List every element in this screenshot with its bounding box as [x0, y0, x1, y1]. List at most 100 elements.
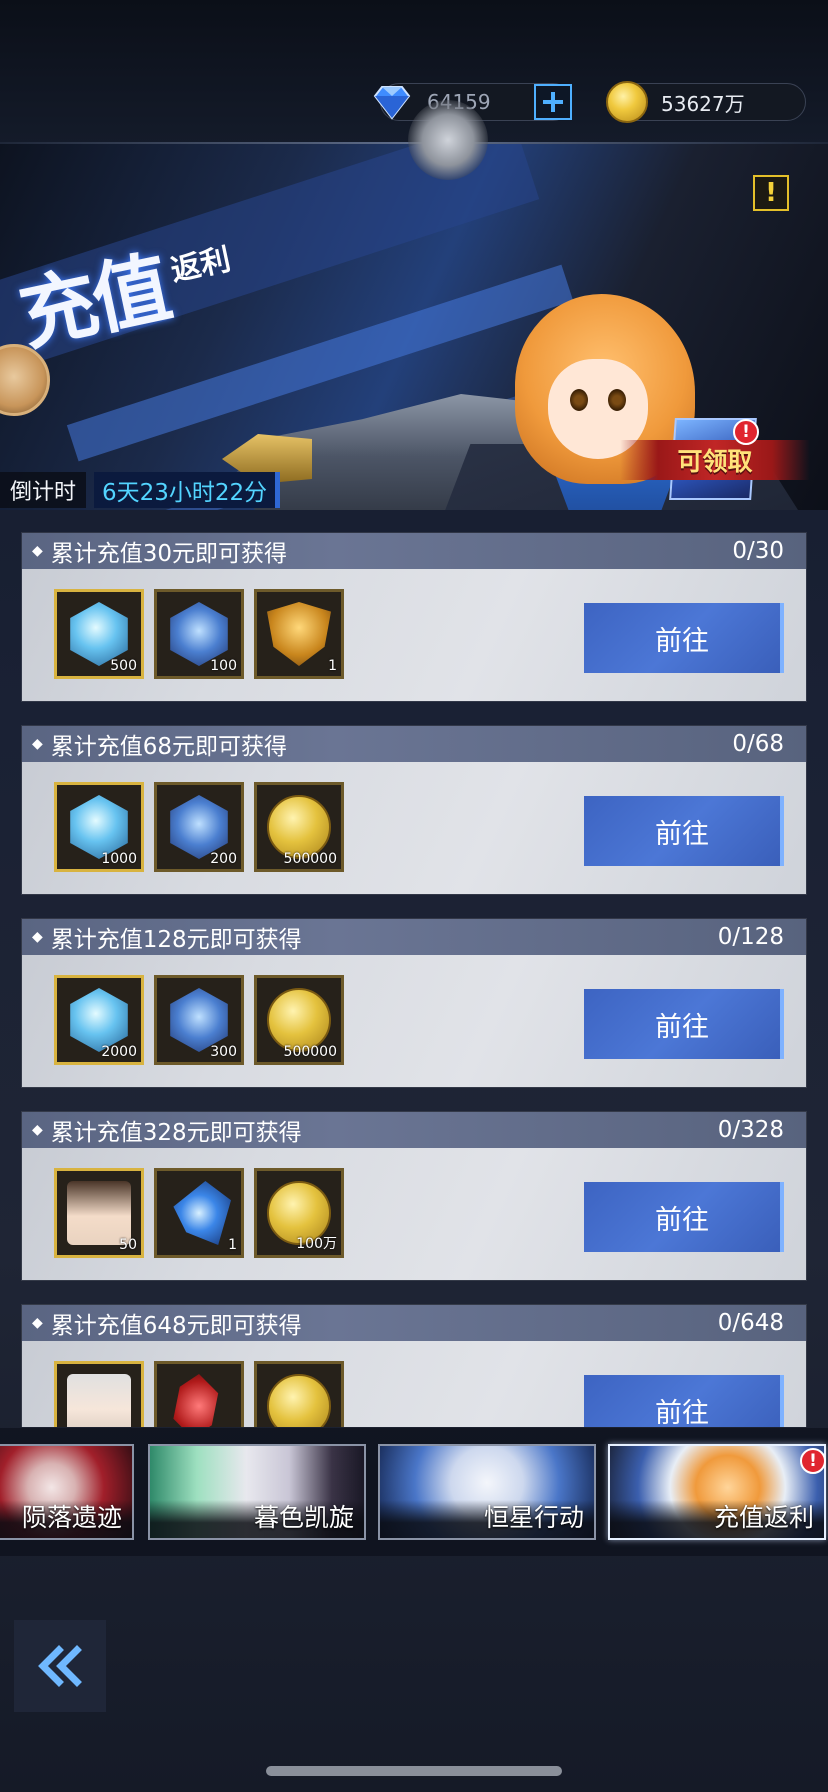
diamond-bullet-icon: ◆ [32, 1122, 43, 1138]
go-button[interactable]: 前往 [584, 1375, 784, 1427]
task-header: ◆ 累计充值68元即可获得 0/68 [22, 726, 806, 762]
reward-count: 500000 [283, 1044, 337, 1060]
diamond-icon [373, 86, 411, 120]
shield-icon [267, 602, 331, 666]
reward-count: 500 [110, 658, 137, 674]
chip-icon [170, 602, 228, 666]
task-progress: 0/128 [717, 924, 784, 950]
reward-count: 100万 [296, 1236, 337, 1252]
tab-label: 暮色凯旋 [150, 1500, 364, 1538]
reward-item[interactable]: 1 [254, 589, 344, 679]
reward-item[interactable] [54, 1361, 144, 1427]
task-header: ◆ 累计充值648元即可获得 0/648 [22, 1305, 806, 1341]
task-header: ◆ 累计充值128元即可获得 0/128 [22, 919, 806, 955]
double-chevron-left-icon [38, 1645, 82, 1687]
reward-count: 100 [210, 658, 237, 674]
go-button[interactable]: 前往 [584, 603, 784, 673]
coin-icon [267, 988, 331, 1052]
reward-item[interactable] [254, 1361, 344, 1427]
egg-icon [70, 795, 128, 859]
coin-icon [267, 795, 331, 859]
chip-icon [170, 988, 228, 1052]
reward-item[interactable]: 100 [154, 589, 244, 679]
info-button-text: ! [765, 178, 777, 208]
tab-label: 充值返利 [610, 1500, 824, 1538]
reward-count: 300 [210, 1044, 237, 1060]
reward-count: 1000 [101, 851, 137, 867]
reward-item[interactable]: 1 [154, 1168, 244, 1258]
countdown-value: 6天23小时22分 [94, 472, 281, 508]
reward-item[interactable]: 100万 [254, 1168, 344, 1258]
claim-notification-badge: ! [733, 419, 759, 445]
go-button[interactable]: 前往 [584, 796, 784, 866]
claim-label: 可领取 [677, 447, 753, 476]
reward-item[interactable]: 1000 [54, 782, 144, 872]
task-title: 累计充值128元即可获得 [50, 927, 302, 953]
home-indicator[interactable] [266, 1766, 562, 1776]
tab-notification-badge: ! [800, 1448, 826, 1474]
egg-icon [70, 988, 128, 1052]
character-eye [608, 389, 626, 411]
task-progress: 0/328 [717, 1117, 784, 1143]
task-card: ◆ 累计充值328元即可获得 0/328 50 1 100万 前往 [22, 1112, 806, 1280]
task-header: ◆ 累计充值30元即可获得 0/30 [22, 533, 806, 569]
egg-icon [70, 602, 128, 666]
reward-item[interactable]: 200 [154, 782, 244, 872]
reward-item[interactable]: 2000 [54, 975, 144, 1065]
task-card: ◆ 累计充值30元即可获得 0/30 500 100 1 前往 [22, 533, 806, 701]
gold-count: 53627万 [661, 91, 745, 116]
chip-icon [170, 795, 228, 859]
task-header: ◆ 累计充值328元即可获得 0/328 [22, 1112, 806, 1148]
reward-count: 200 [210, 851, 237, 867]
diamond-bullet-icon: ◆ [32, 1315, 43, 1331]
task-card: ◆ 累计充值68元即可获得 0/68 1000 200 500000 前往 [22, 726, 806, 894]
task-progress: 0/648 [717, 1310, 784, 1336]
plus-icon [543, 92, 563, 112]
character-eye [570, 389, 588, 411]
tab-twilight-triumph[interactable]: 暮色凯旋 [148, 1444, 366, 1540]
exclamation-icon[interactable]: ! [753, 175, 789, 211]
reward-count: 1 [328, 658, 337, 674]
crystal-icon [173, 1181, 231, 1245]
task-title: 累计充值30元即可获得 [50, 541, 288, 567]
task-progress: 0/68 [732, 731, 784, 757]
event-title-art: 充值 [11, 242, 176, 363]
coin-icon [267, 1374, 331, 1427]
add-diamonds-button[interactable] [534, 84, 572, 120]
task-card: ◆ 累计充值648元即可获得 0/648 前往 [22, 1305, 806, 1427]
go-button[interactable]: 前往 [584, 989, 784, 1059]
home-button[interactable] [408, 100, 488, 180]
reward-item[interactable]: 500000 [254, 975, 344, 1065]
task-progress: 0/30 [732, 538, 784, 564]
task-title: 累计充值68元即可获得 [50, 734, 288, 760]
tab-stellar-operation[interactable]: 恒星行动 [378, 1444, 596, 1540]
diamond-bullet-icon: ◆ [32, 543, 43, 559]
reward-task-list[interactable]: ◆ 累计充值30元即可获得 0/30 500 100 1 前往 ◆ 累计充值68… [0, 530, 828, 1427]
task-title: 累计充值648元即可获得 [50, 1313, 302, 1339]
reward-count: 500000 [283, 851, 337, 867]
reward-count: 1 [228, 1237, 237, 1253]
reward-item[interactable]: 500000 [254, 782, 344, 872]
gold-coin-icon [606, 81, 648, 123]
task-card: ◆ 累计充值128元即可获得 0/128 2000 300 500000 前往 [22, 919, 806, 1087]
tab-label: 恒星行动 [380, 1500, 594, 1538]
tab-fallen-ruins[interactable]: 陨落遗迹 [0, 1444, 134, 1540]
red-fragment-icon [173, 1374, 219, 1427]
character-portrait-icon [67, 1374, 131, 1427]
go-button[interactable]: 前往 [584, 1182, 784, 1252]
back-button[interactable] [14, 1620, 106, 1712]
reward-item[interactable]: 500 [54, 589, 144, 679]
tab-recharge-rebate[interactable]: 充值返利 [608, 1444, 826, 1540]
claim-button[interactable]: 可领取 [620, 440, 810, 480]
task-title: 累计充值328元即可获得 [50, 1120, 302, 1146]
reward-item[interactable]: 300 [154, 975, 244, 1065]
reward-item[interactable]: 50 [54, 1168, 144, 1258]
reward-item[interactable] [154, 1361, 244, 1427]
diamond-bullet-icon: ◆ [32, 736, 43, 752]
countdown-label: 倒计时 [0, 472, 87, 508]
character-portrait-icon [67, 1181, 131, 1245]
diamond-bullet-icon: ◆ [32, 929, 43, 945]
reward-count: 50 [119, 1237, 137, 1253]
reward-count: 2000 [101, 1044, 137, 1060]
tab-label: 陨落遗迹 [0, 1500, 132, 1538]
